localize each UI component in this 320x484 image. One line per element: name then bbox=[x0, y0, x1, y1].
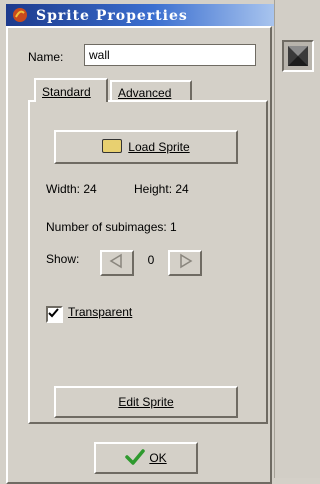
tab-advanced[interactable]: Advanced bbox=[110, 80, 192, 102]
show-label: Show: bbox=[46, 252, 80, 266]
edit-sprite-button[interactable]: Edit Sprite bbox=[54, 386, 238, 418]
sprite-height-text: Height: 24 bbox=[134, 182, 189, 196]
name-label: Name: bbox=[28, 50, 64, 64]
ok-button[interactable]: OK bbox=[94, 442, 198, 474]
sprite-preview bbox=[282, 40, 314, 72]
window-title: Sprite Properties bbox=[36, 8, 188, 24]
show-next-button[interactable] bbox=[168, 250, 202, 276]
checkmark-icon bbox=[48, 308, 59, 318]
sprite-image bbox=[288, 46, 308, 66]
transparent-label: Transparent bbox=[68, 305, 133, 319]
tab-standard[interactable]: Standard bbox=[34, 78, 108, 102]
subimages-count-text: Number of subimages: 1 bbox=[46, 220, 177, 234]
show-previous-button[interactable] bbox=[100, 250, 134, 276]
name-input[interactable]: wall bbox=[84, 44, 256, 66]
arrow-right-icon bbox=[180, 253, 193, 269]
title-bar: Sprite Properties bbox=[6, 4, 274, 26]
arrow-left-icon bbox=[109, 253, 122, 269]
check-icon bbox=[125, 449, 146, 465]
show-index-value: 0 bbox=[140, 248, 162, 272]
app-icon bbox=[13, 8, 27, 22]
transparent-checkbox[interactable] bbox=[46, 306, 63, 323]
sprite-width-text: Width: 24 bbox=[46, 182, 97, 196]
folder-icon bbox=[102, 139, 123, 153]
load-sprite-button[interactable]: Load Sprite bbox=[54, 130, 238, 164]
